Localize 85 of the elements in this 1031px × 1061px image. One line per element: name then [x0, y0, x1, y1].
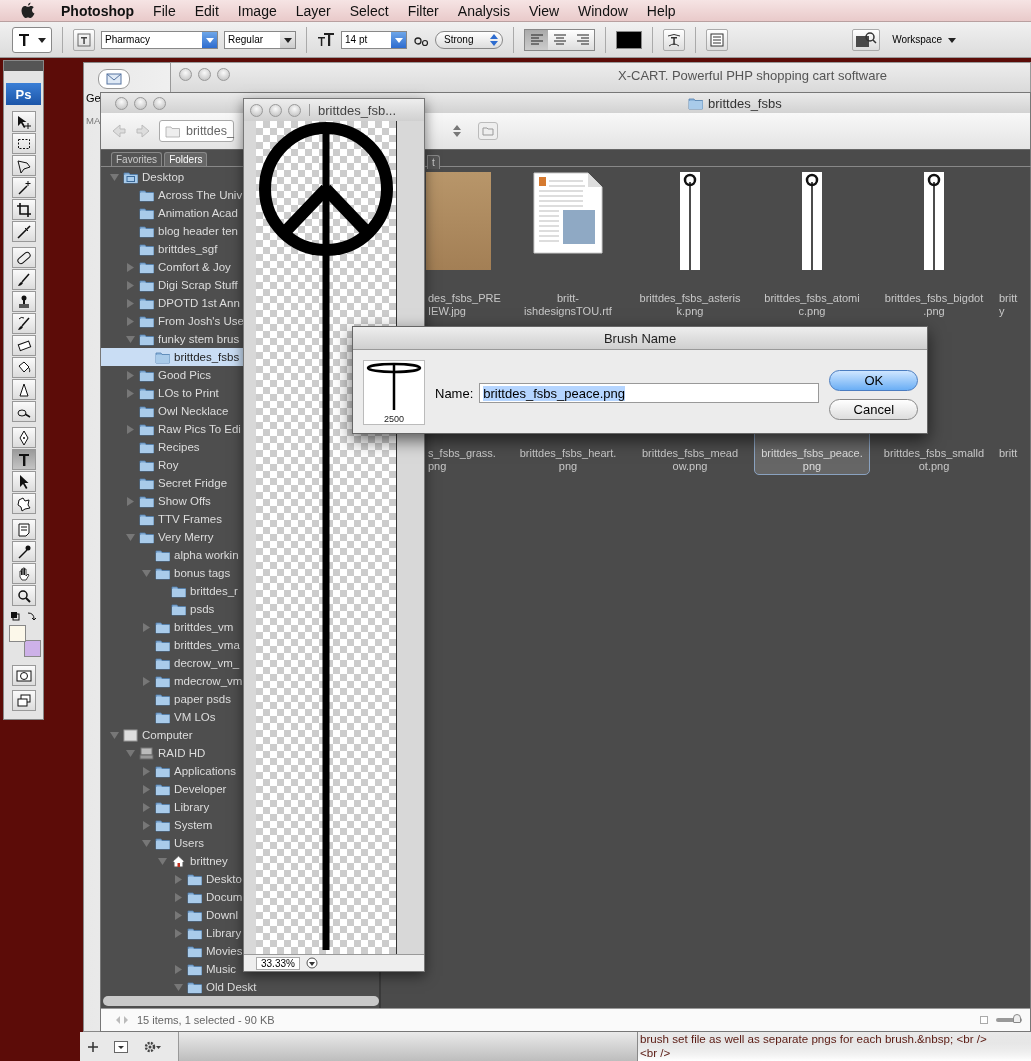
tree-label: brittdes_sgf [158, 243, 218, 255]
tree-label: Developer [174, 783, 227, 795]
tree-label: RAID HD [158, 747, 206, 759]
tree-label: brittdes_vm [174, 621, 234, 633]
file-name: png [558, 460, 578, 473]
tree-label: Good Pics [158, 369, 212, 381]
file-name: brittdes_fsbs_asteris [639, 292, 741, 305]
select-value: Strong [444, 34, 474, 45]
select-value: Regular [228, 34, 264, 45]
tree-label: Show Offs [158, 495, 211, 507]
field-label: Name: [435, 385, 474, 401]
file-name: y [999, 305, 1005, 318]
tree-label: Secret Fridge [158, 477, 228, 489]
tree-label: Digi Scrap Stuff [158, 279, 238, 291]
tree-label: Library [174, 801, 210, 813]
tree-label: Downl [206, 909, 238, 921]
file-name: k.png [676, 305, 704, 318]
tree-label: Deskto [206, 873, 242, 885]
tree-label: DPOTD 1st Ann [158, 297, 240, 309]
tree-label: Owl Necklace [158, 405, 229, 417]
tree-label: Across The Univ [158, 189, 243, 201]
tree-label: Comfort & Joy [158, 261, 231, 273]
dialog-title: Brush Name [353, 327, 927, 350]
tree-label: Very Merry [158, 531, 214, 543]
tab-label: MA [86, 115, 101, 126]
file-name: brittdes_fsbs_atomi [764, 292, 860, 305]
file-name: brittdes_fsbs_smalld [883, 447, 985, 460]
tree-label: Movies [206, 945, 243, 957]
file-name: britt [999, 447, 1018, 460]
tree-label: Old Deskt [206, 981, 257, 993]
toolbar-label: Ge [86, 92, 101, 104]
select-value: 14 pt [345, 34, 368, 45]
tree-label: Users [174, 837, 205, 849]
tree-label: Recipes [158, 441, 200, 453]
tree-label: Desktop [142, 171, 185, 183]
file-name: britt [999, 292, 1018, 305]
tree-label: Library [206, 927, 242, 939]
file-name: ishdesignsTOU.rtf [524, 305, 612, 318]
file-name: s_fsbs_grass. [428, 447, 496, 460]
tree-label: System [174, 819, 213, 831]
brush-size: 2500 [384, 414, 404, 424]
tree-label: From Josh's Use [158, 315, 244, 327]
tree-label: brittdes_r [190, 585, 238, 597]
tree-label: Animation Acad [158, 207, 238, 219]
file-name: png [428, 460, 447, 473]
window-title: X-CART. Powerful PHP shopping cart software [618, 68, 888, 83]
tree-label: Docum [206, 891, 243, 903]
window-title: brittdes_fsb... [318, 102, 397, 118]
tree-label: mdecrow_vm [174, 675, 243, 687]
tree-label: funky stem brus [158, 333, 240, 345]
tree-label: TTV Frames [158, 513, 222, 525]
select-value: Pharmacy [105, 34, 150, 45]
status-text: 15 items, 1 selected - 90 KB [137, 1014, 275, 1026]
tree-label: psds [190, 603, 215, 615]
tree-label: Computer [142, 729, 193, 741]
tree-label: brittdes_fsbs [174, 351, 240, 363]
file-name: png [802, 460, 822, 473]
file-name: brittdes_fsbs_bigdot [884, 292, 984, 305]
tree-label: blog header ten [158, 225, 238, 237]
code-line: brush set file as well as separate pngs for each brush.&nbsp; <br /> [640, 1032, 988, 1046]
tree-label: Music [206, 963, 237, 975]
tree-label: brittney [190, 855, 228, 867]
tree-label: VM LOs [174, 711, 216, 723]
tree-label: brittdes_vma [174, 639, 240, 651]
file-name: ow.png [672, 460, 708, 473]
file-name: IEW.jpg [428, 305, 466, 318]
file-name: brittdes_fsbs_mead [642, 447, 738, 460]
tree-label: Applications [174, 765, 236, 777]
code-line: <br /> [640, 1046, 672, 1060]
file-name: brittdes_fsbs_heart. [519, 447, 617, 460]
tree-label: bonus tags [174, 567, 231, 579]
tree-label: LOs to Print [158, 387, 219, 399]
file-name: des_fsbs_PRE [428, 292, 501, 305]
tree-label: paper psds [174, 693, 231, 705]
file-name: .png [923, 305, 945, 318]
file-name: britt- [557, 292, 579, 305]
tree-label: decrow_vm_ [174, 657, 240, 669]
file-name: ot.png [918, 460, 950, 473]
window-title: brittdes_fsbs [708, 95, 782, 111]
file-name: brittdes_fsbs_peace. [761, 447, 863, 460]
tree-label: alpha workin [174, 549, 239, 561]
tree-label: Roy [158, 459, 179, 471]
tree-label: Raw Pics To Edi [158, 423, 241, 435]
file-name: c.png [798, 305, 826, 318]
app-logo: Ps [6, 83, 41, 105]
